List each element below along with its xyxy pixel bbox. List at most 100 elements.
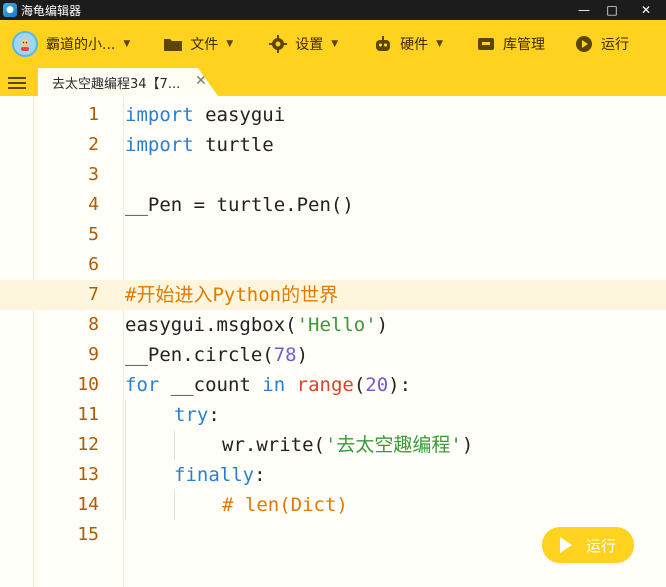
comment-token: # len(Dict)	[222, 494, 348, 516]
code-text: import easygui	[125, 100, 285, 130]
run-button[interactable]: 运行	[542, 527, 634, 563]
code-line: 9 __Pen.circle(78)	[0, 340, 666, 370]
code-line: 10 for __count in range(20):	[0, 370, 666, 400]
hardware-menu[interactable]: 硬件 ▼	[372, 20, 443, 68]
keyword-token: in	[262, 374, 286, 396]
folder-icon	[162, 33, 184, 55]
user-avatar-icon	[12, 31, 38, 57]
line-number: 8	[88, 314, 99, 335]
code-line: 11 try:	[0, 400, 666, 430]
indent-guide	[125, 400, 126, 520]
code-line: 6	[0, 250, 666, 280]
maximize-button[interactable]: □	[598, 0, 626, 20]
code-token: :	[254, 464, 266, 486]
keyword-token: try	[174, 404, 209, 426]
line-number: 13	[77, 464, 99, 485]
code-text: __Pen.circle(78)	[125, 340, 308, 370]
user-name: 霸道的小...	[46, 37, 116, 53]
keyword-token: for	[125, 374, 160, 396]
run-menu-label: 运行	[601, 37, 630, 53]
builtin-token: range	[296, 374, 354, 396]
code-text: __Pen = turtle.Pen()	[125, 194, 354, 216]
code-token: __count	[159, 374, 263, 396]
line-number: 11	[77, 404, 99, 425]
code-token: :	[208, 404, 220, 426]
code-token: wr.write(	[222, 434, 325, 456]
code-token: easygui.msgbox(	[125, 314, 297, 336]
code-token: )	[296, 344, 309, 366]
menu-toggle-icon[interactable]	[8, 74, 26, 90]
settings-menu-label: 设置	[295, 37, 324, 53]
code-token: easygui	[193, 104, 286, 126]
chevron-down-icon: ▼	[436, 39, 444, 49]
line-number: 12	[77, 434, 99, 455]
close-icon[interactable]: ✕	[195, 73, 207, 89]
keyword-token: finally	[174, 464, 255, 486]
menu-bar: 霸道的小... ▼ 文件 ▼ 设置 ▼ 硬件 ▼ 库管理 运行	[0, 20, 666, 68]
file-menu-label: 文件	[190, 37, 219, 53]
line-number: 15	[77, 524, 99, 545]
string-token: '去太空趣编程'	[324, 434, 462, 456]
box-icon	[475, 33, 497, 55]
library-menu[interactable]: 库管理	[475, 20, 545, 68]
play-icon	[573, 33, 595, 55]
line-number: 5	[88, 224, 99, 245]
line-number: 14	[77, 494, 99, 515]
code-token: turtle	[193, 134, 274, 156]
code-line: 5	[0, 220, 666, 250]
app-logo-icon: ●	[3, 3, 17, 17]
code-text: for __count in range(20):	[125, 370, 411, 400]
file-menu[interactable]: 文件 ▼	[162, 20, 233, 68]
file-tab[interactable]: 去太空趣编程34【7... ✕	[38, 68, 218, 96]
keyword-token: import	[125, 104, 194, 126]
indent-guide	[174, 490, 175, 520]
code-line: 1 import easygui	[0, 100, 666, 130]
code-text: finally:	[174, 460, 266, 490]
run-menu[interactable]: 运行	[573, 20, 629, 68]
string-token: 'Hello'	[296, 314, 377, 336]
line-number: 3	[88, 164, 99, 185]
code-line: 2 import turtle	[0, 130, 666, 160]
line-number: 4	[88, 194, 99, 215]
robot-icon	[372, 33, 394, 55]
code-line: 13 finally:	[0, 460, 666, 490]
chevron-down-icon: ▼	[123, 39, 131, 49]
comment-token: #开始进入Python的世界	[125, 284, 339, 306]
gear-icon	[267, 33, 289, 55]
file-tab-title: 去太空趣编程34【7...	[52, 76, 181, 92]
code-token: (	[353, 374, 366, 396]
number-token: 78	[273, 344, 297, 366]
code-text: easygui.msgbox('Hello')	[125, 310, 388, 340]
window-title: 海龟编辑器	[21, 3, 82, 18]
code-editor[interactable]: 1 import easygui 2 import turtle 3 4 __P…	[0, 96, 666, 587]
code-token: ):	[388, 374, 412, 396]
title-bar: ● 海龟编辑器 — □ ✕	[0, 0, 666, 20]
minimize-button[interactable]: —	[570, 0, 598, 20]
code-token: )	[461, 434, 474, 456]
code-token: )	[376, 314, 389, 336]
tab-bar: 去太空趣编程34【7... ✕	[0, 68, 666, 96]
line-number: 1	[88, 104, 99, 125]
line-number: 7	[88, 284, 99, 305]
user-menu[interactable]: 霸道的小... ▼	[12, 20, 130, 68]
run-button-label: 运行	[585, 536, 616, 555]
code-line: 3	[0, 160, 666, 190]
keyword-token: import	[125, 134, 194, 156]
settings-menu[interactable]: 设置 ▼	[267, 20, 338, 68]
code-text: wr.write('去太空趣编程')	[222, 430, 473, 460]
line-number: 10	[77, 374, 99, 395]
code-token: __Pen.circle(	[125, 344, 274, 366]
active-code-line: 7 #开始进入Python的世界	[0, 280, 666, 310]
code-text: try:	[174, 400, 220, 430]
chevron-down-icon: ▼	[226, 39, 234, 49]
window-controls: — □ ✕	[570, 0, 666, 20]
code-line: 14 # len(Dict)	[0, 490, 666, 520]
code-line: 8 easygui.msgbox('Hello')	[0, 310, 666, 340]
chevron-down-icon: ▼	[331, 39, 339, 49]
indent-guide	[174, 430, 175, 460]
line-number: 2	[88, 134, 99, 155]
line-number: 6	[88, 254, 99, 275]
close-window-button[interactable]: ✕	[626, 0, 666, 20]
play-icon	[559, 537, 572, 553]
